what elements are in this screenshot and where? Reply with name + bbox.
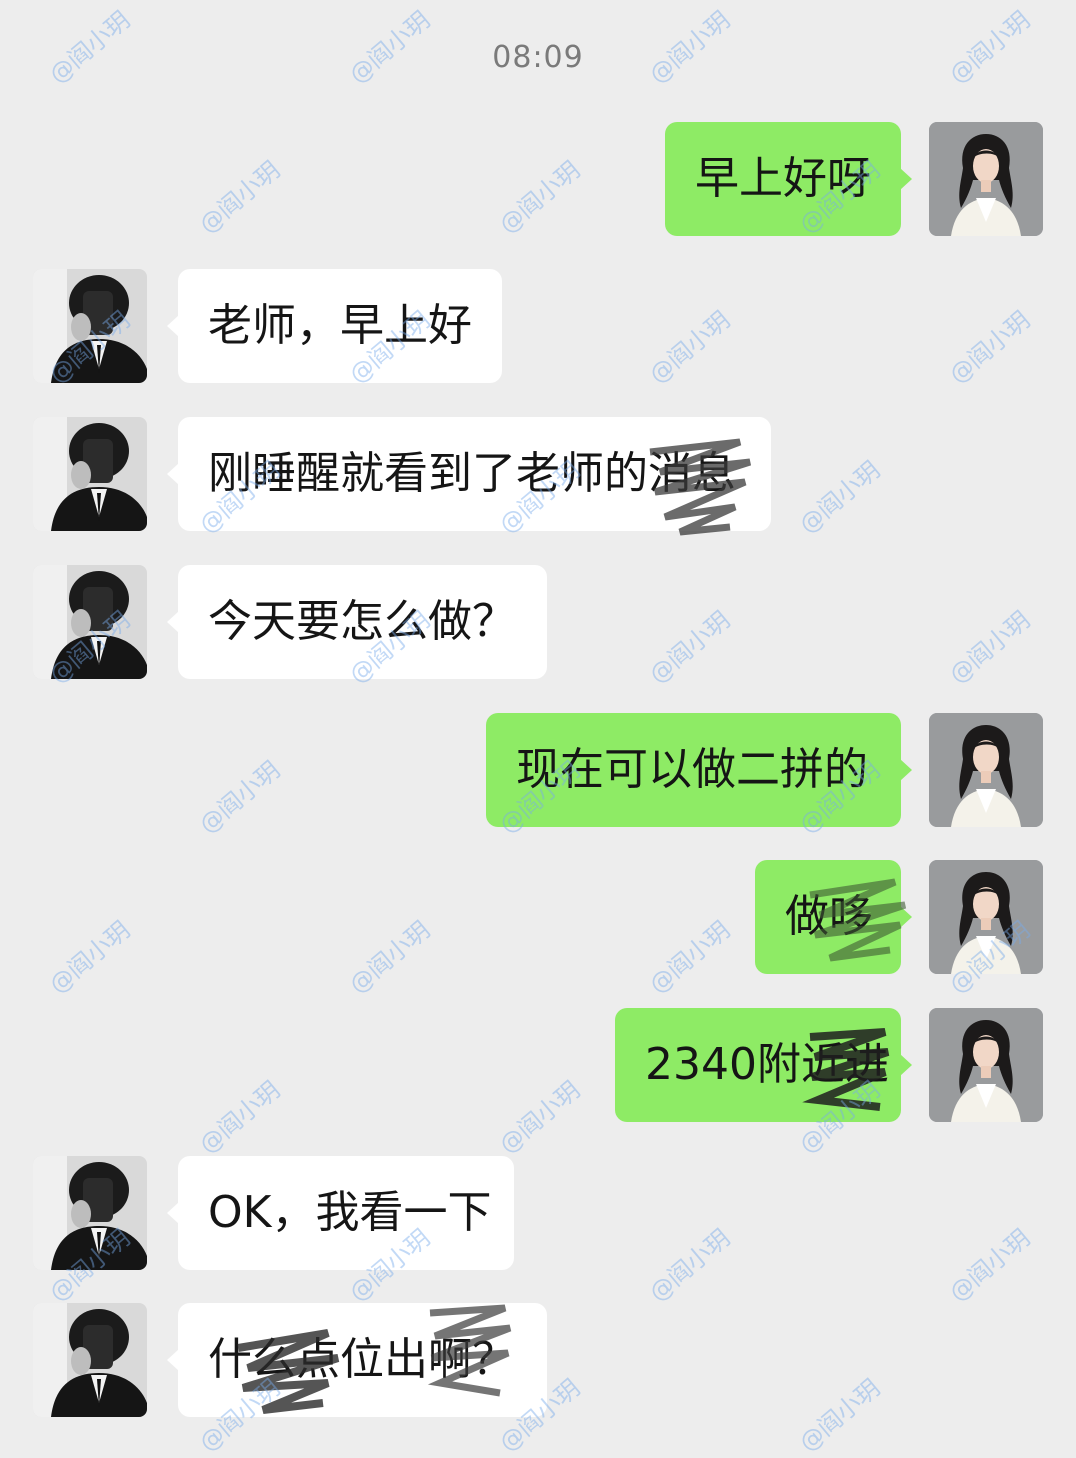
person-avatar-icon <box>33 269 147 383</box>
person-avatar-icon <box>33 1156 147 1270</box>
message-row: 做哆 <box>0 860 1076 976</box>
message-row: 老师，早上好 <box>0 269 1076 385</box>
message-row: 2340附近进 <box>0 1008 1076 1124</box>
student-avatar[interactable] <box>33 565 147 679</box>
person-avatar-icon <box>33 565 147 679</box>
student-avatar[interactable] <box>33 1303 147 1417</box>
message-timestamp: 08:09 <box>492 40 584 75</box>
message-bubble[interactable]: 现在可以做二拼的 <box>486 713 912 827</box>
message-bubble[interactable]: 早上好呀 <box>665 122 912 236</box>
woman-avatar-icon <box>929 860 1043 974</box>
student-avatar[interactable] <box>33 269 147 383</box>
message-row: 早上好呀 <box>0 122 1076 238</box>
person-avatar-icon <box>33 1303 147 1417</box>
message-bubble[interactable]: 做哆 <box>755 860 912 974</box>
student-avatar[interactable] <box>33 1156 147 1270</box>
teacher-avatar[interactable] <box>929 122 1043 236</box>
woman-avatar-icon <box>929 122 1043 236</box>
teacher-avatar[interactable] <box>929 1008 1043 1122</box>
message-row: 现在可以做二拼的 <box>0 713 1076 829</box>
message-row: 今天要怎么做？ <box>0 565 1076 681</box>
teacher-avatar[interactable] <box>929 713 1043 827</box>
message-bubble[interactable]: 老师，早上好 <box>167 269 502 383</box>
message-bubble[interactable]: OK，我看一下 <box>167 1156 514 1270</box>
message-row: 什么点位出啊？ <box>0 1303 1076 1419</box>
chat-area: 08:09 早上好呀 老师，早上好 刚睡醒就看到了老师的消息 今天要怎么做？ 现… <box>0 0 1076 1457</box>
woman-avatar-icon <box>929 713 1043 827</box>
message-bubble[interactable]: 2340附近进 <box>615 1008 912 1122</box>
message-bubble[interactable]: 今天要怎么做？ <box>167 565 547 679</box>
person-avatar-icon <box>33 417 147 531</box>
teacher-avatar[interactable] <box>929 860 1043 974</box>
woman-avatar-icon <box>929 1008 1043 1122</box>
message-row: 刚睡醒就看到了老师的消息 <box>0 417 1076 533</box>
message-row: OK，我看一下 <box>0 1156 1076 1272</box>
student-avatar[interactable] <box>33 417 147 531</box>
message-bubble[interactable]: 什么点位出啊？ <box>167 1303 547 1417</box>
message-bubble[interactable]: 刚睡醒就看到了老师的消息 <box>167 417 771 531</box>
